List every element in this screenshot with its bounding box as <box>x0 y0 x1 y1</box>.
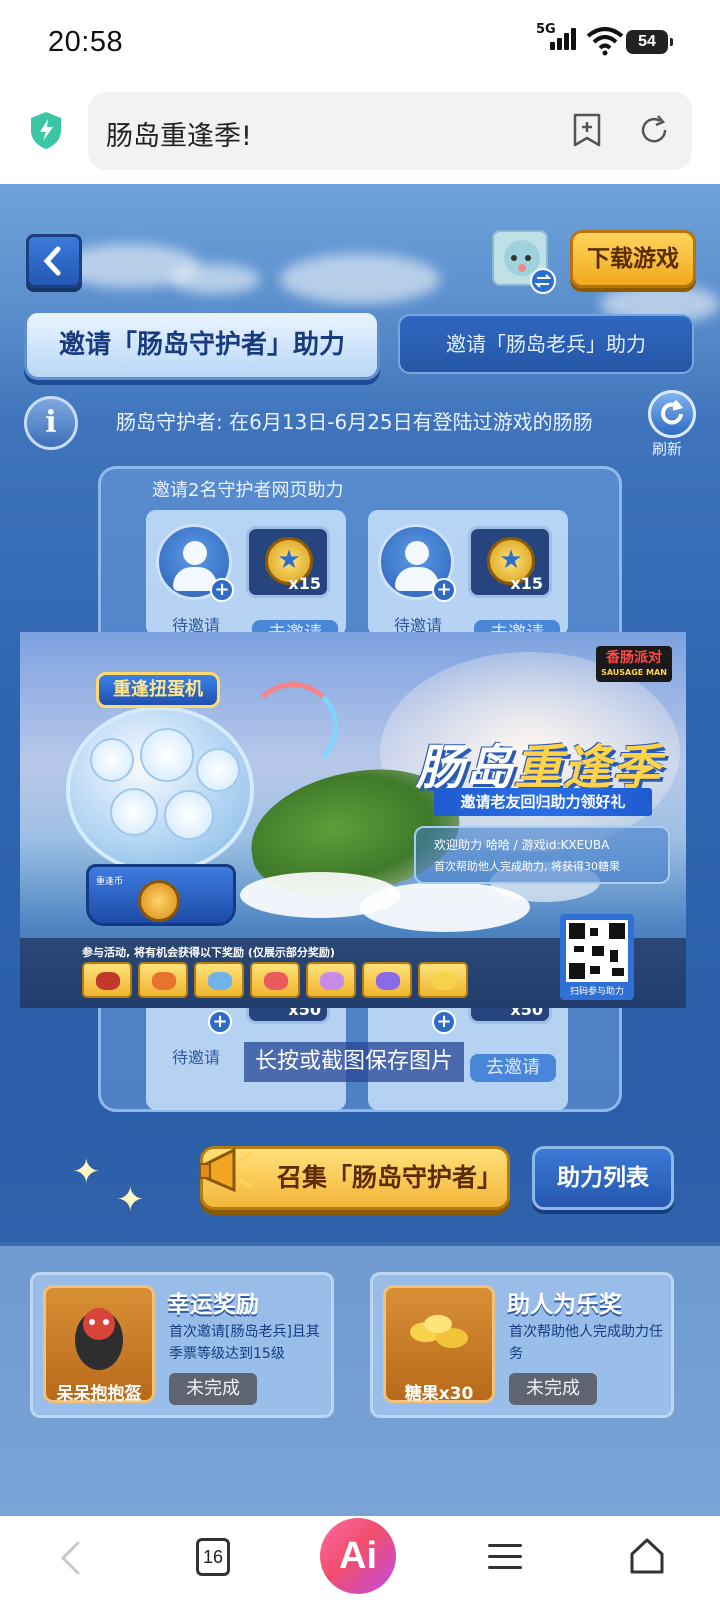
add-friend-icon: + <box>208 1010 232 1034</box>
reward-status-badge: 未完成 <box>169 1373 257 1405</box>
reward-item-label: 呆呆抱抱盔 <box>56 1384 142 1404</box>
reward-status-badge: 未完成 <box>509 1373 597 1405</box>
status-bar: 20:58 5G 54 <box>0 0 720 86</box>
reward-section: 呆呆抱抱盔 幸运奖励 首次邀请[肠岛老兵]且其季票等级达到15级 未完成 糖果x… <box>0 1242 720 1516</box>
reward-item-label: 糖果x30 <box>404 1384 474 1404</box>
switch-account-icon[interactable] <box>530 268 556 294</box>
machine-label: 重逢扭蛋机 <box>96 672 220 708</box>
reward-card-description: 首次帮助他人完成助力任务 <box>509 1324 663 1362</box>
go-invite-button[interactable]: 去邀请 <box>470 1054 556 1082</box>
reward-quantity: x15 <box>288 574 321 593</box>
poster-ribbon: 邀请老友回归助力领好礼 <box>434 788 652 816</box>
browser-navigation-bar: 16 Ai <box>0 1516 720 1602</box>
machine-coin-label: 重逢币 <box>96 877 124 887</box>
logo-subtext: SAUSAGE MAN <box>601 668 667 677</box>
battery-icon: 54 <box>626 30 673 54</box>
qr-caption: 扫码参与助力 <box>569 987 624 997</box>
sparkle-icon: ✦ <box>72 1152 101 1192</box>
menu-icon[interactable] <box>488 1542 522 1572</box>
info-icon[interactable]: i <box>24 396 78 450</box>
cellular-signal-icon: 5G <box>536 22 580 56</box>
refresh-button[interactable] <box>648 390 696 438</box>
chevron-left-icon <box>43 246 61 276</box>
rainbow-decoration <box>248 682 338 772</box>
reward-item-helmet-icon <box>82 962 132 998</box>
share-poster-image[interactable]: 重逢扭蛋机 重逢币 香肠派对 SAUSAGE MAN 肠岛重逢季 邀请老友回归助力… <box>20 632 686 1008</box>
page-title: 肠岛重逢季! <box>106 121 252 152</box>
reward-item-firework-icon <box>138 962 188 998</box>
game-logo: 香肠派对 SAUSAGE MAN <box>596 646 672 682</box>
guardian-description: 肠岛守护者: 在6月13日-6月25日有登陆过游戏的肠肠 <box>116 410 593 434</box>
download-game-button[interactable]: 下载游戏 <box>570 230 696 288</box>
add-bookmark-icon[interactable] <box>570 112 604 148</box>
network-type-label: 5G <box>536 22 556 37</box>
status-time: 20:58 <box>48 26 124 58</box>
megaphone-icon <box>199 1147 256 1193</box>
add-friend-icon: + <box>432 1010 456 1034</box>
wifi-icon <box>586 27 624 56</box>
reward-coin-box: ★ x15 <box>246 526 330 598</box>
gacha-machine-illustration: 重逢扭蛋机 重逢币 <box>60 668 260 926</box>
reward-item-capsule-icon <box>194 962 244 998</box>
qr-code[interactable]: 扫码参与助力 <box>560 914 634 1000</box>
reward-card-title: 幸运奖励 <box>167 1292 259 1318</box>
back-arrow-icon[interactable] <box>58 1540 82 1576</box>
welcome-card: 欢迎助力 哈哈 / 游戏id:KXEUBA 首次帮助他人完成助力, 将获得30糖… <box>414 826 670 884</box>
welcome-line: 欢迎助力 哈哈 / 游戏id:KXEUBA <box>434 838 610 852</box>
back-button[interactable] <box>26 234 82 288</box>
browser-address-bar: 肠岛重逢季! <box>0 86 720 184</box>
help-list-button[interactable]: 助力列表 <box>532 1146 674 1210</box>
gacha-knob-icon <box>138 880 180 922</box>
reward-item-gem-icon <box>362 962 412 998</box>
url-field[interactable]: 肠岛重逢季! <box>88 92 692 170</box>
ai-assistant-button[interactable]: Ai <box>320 1518 396 1594</box>
add-friend-icon: + <box>210 578 234 602</box>
invite-panel-title: 邀请2名守护者网页助力 <box>152 480 344 501</box>
reload-icon[interactable] <box>636 112 672 148</box>
save-image-hint: 长按或截图保存图片 <box>244 1042 464 1082</box>
reward-item-candy-icon <box>306 962 356 998</box>
refresh-label: 刷新 <box>652 440 683 458</box>
add-friend-icon: + <box>432 578 456 602</box>
reward-coin-box: ★ x15 <box>468 526 552 598</box>
reward-card-description: 首次邀请[肠岛老兵]且其季票等级达到15级 <box>169 1324 320 1362</box>
reward-item-spray-icon <box>250 962 300 998</box>
reward-card-lucky: 呆呆抱抱盔 幸运奖励 首次邀请[肠岛老兵]且其季票等级达到15级 未完成 <box>30 1272 334 1418</box>
reward-item-gold-candy-icon <box>418 962 468 998</box>
logo-text: 香肠派对 <box>606 650 662 666</box>
reward-strip-text: 参与活动, 将有机会获得以下奖励 (仅展示部分奖励) <box>82 946 335 959</box>
game-event-page: 下载游戏 邀请「肠岛守护者」助力 邀请「肠岛老兵」助力 i 肠岛守护者: 在6月… <box>0 184 720 1516</box>
reward-line: 首次帮助他人完成助力, 将获得30糖果 <box>434 860 620 873</box>
home-icon[interactable] <box>628 1536 666 1576</box>
refresh-icon <box>661 399 684 425</box>
security-shield-icon[interactable] <box>28 110 64 150</box>
tab-invite-guardian[interactable]: 邀请「肠岛守护者」助力 <box>24 310 380 380</box>
tab-invite-veteran[interactable]: 邀请「肠岛老兵」助力 <box>398 314 694 374</box>
reward-quantity: x15 <box>510 574 543 593</box>
sparkle-icon: ✦ <box>116 1180 145 1220</box>
slot-status: 待邀请 <box>172 1048 221 1067</box>
reward-card-title: 助人为乐奖 <box>507 1292 622 1318</box>
reward-card-helper: 糖果x30 助人为乐奖 首次帮助他人完成助力任务 未完成 <box>370 1272 674 1418</box>
tabs-count-button[interactable]: 16 <box>196 1538 230 1576</box>
